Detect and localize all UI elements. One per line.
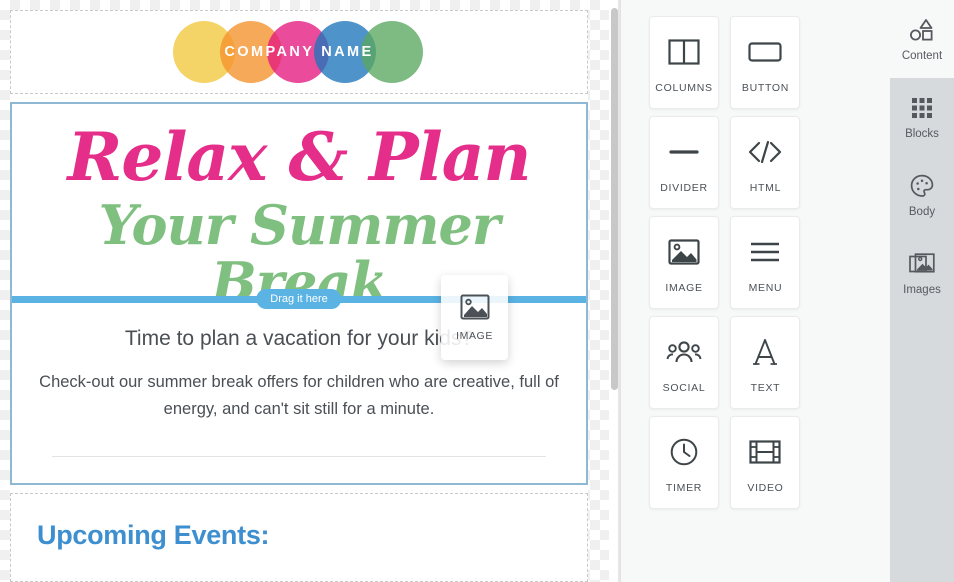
content-tile-label: MENU [748,281,783,294]
people-icon [666,332,702,372]
tab-label: Blocks [905,128,939,140]
tab-label: Content [901,50,943,62]
menu-icon [749,232,781,272]
content-panel: COLUMNS BUTTON DIVIDER HTML IMAGE MENU S… [620,0,954,582]
content-tile-label: COLUMNS [655,81,713,94]
code-icon [747,132,783,172]
shapes-icon [909,16,935,44]
divider-icon [669,132,699,172]
clock-icon [670,432,698,472]
hero-headline: Relax & Plan [67,118,531,196]
content-tile-label: TEXT [750,381,781,394]
content-tile-video[interactable]: VIDEO [730,416,801,509]
content-tile-label: SOCIAL [662,381,706,394]
content-tile-label: HTML [749,181,782,194]
email-block-events[interactable]: Upcoming Events: [10,493,588,582]
button-icon [748,32,783,72]
image-icon [460,294,490,320]
tab-label: Body [908,206,936,218]
panel-tab-rail: Content Blocks Body Images [890,0,954,582]
content-tile-columns[interactable]: COLUMNS [649,16,719,109]
logo-text: COMPANY NAME [173,21,425,83]
events-heading: Upcoming Events: [37,520,270,551]
email-builder-app: COMPANY NAME Relax & Plan Your Summer Bre… [0,0,954,582]
email-canvas[interactable]: COMPANY NAME Relax & Plan Your Summer Bre… [0,0,620,582]
content-tile-label: IMAGE [665,281,703,294]
content-tile-text[interactable]: TEXT [730,316,801,409]
hero-paragraph: Check-out our summer break offers for ch… [39,373,559,418]
film-icon [749,432,782,472]
image-icon [668,232,700,272]
canvas-scrollbar-thumb[interactable] [611,8,618,390]
content-tile-label: VIDEO [747,481,784,494]
logo-text-name: NAME [321,44,374,60]
content-tile-html[interactable]: HTML [730,116,801,209]
tab-images[interactable]: Images [890,234,954,312]
tab-blocks[interactable]: Blocks [890,78,954,156]
content-tile-label: DIVIDER [660,181,708,194]
drag-ghost-image-tile[interactable]: IMAGE [441,275,508,360]
tab-content[interactable]: Content [890,0,954,78]
content-tile-timer[interactable]: TIMER [649,416,719,509]
company-logo: COMPANY NAME [173,21,425,83]
content-tile-divider[interactable]: DIVIDER [649,116,719,209]
content-tile-menu[interactable]: MENU [730,216,801,309]
content-tile-grid: COLUMNS BUTTON DIVIDER HTML IMAGE MENU S… [649,16,881,516]
content-tile-button[interactable]: BUTTON [730,16,801,109]
drag-ghost-label: IMAGE [456,329,493,342]
grid-icon [911,94,933,122]
letter-a-icon [752,332,778,372]
content-tile-image[interactable]: IMAGE [649,216,719,309]
content-tile-label: BUTTON [741,81,790,94]
columns-icon [668,32,700,72]
photos-icon [909,250,935,278]
logo-text-company: COMPANY [224,44,315,60]
drop-indicator-label: Drag it here [256,289,342,310]
content-tile-label: TIMER [665,481,703,494]
palette-icon [910,172,934,200]
content-tile-social[interactable]: SOCIAL [649,316,719,409]
tab-body[interactable]: Body [890,156,954,234]
tab-label: Images [903,284,941,296]
email-block-logo[interactable]: COMPANY NAME [10,10,588,94]
hero-divider [52,456,546,458]
